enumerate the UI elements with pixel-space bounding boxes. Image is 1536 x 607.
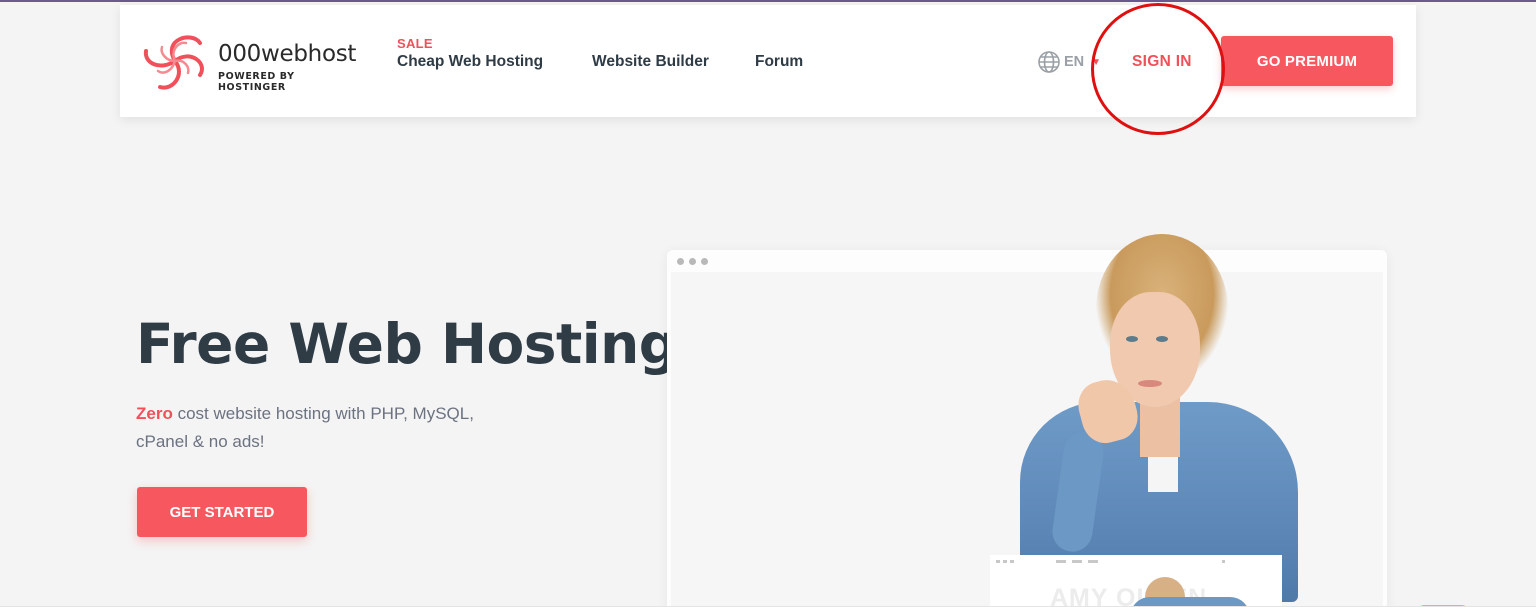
get-started-button[interactable]: GET STARTED: [137, 487, 307, 537]
window-dot-icon: [677, 258, 684, 265]
top-navbar: 000webhost POWERED BY HOSTINGER SALE Che…: [120, 5, 1416, 117]
mini-nav-bar: [996, 560, 1225, 563]
window-dot-icon: [689, 258, 696, 265]
nav-cheap-web-hosting[interactable]: Cheap Web Hosting: [397, 53, 543, 71]
browser-window-controls: [667, 250, 1387, 272]
hero-highlight: Zero: [136, 404, 173, 423]
chevron-down-icon: ▼: [1091, 56, 1102, 68]
logo-swirl-icon: [143, 35, 204, 90]
hero-description-text: cost website hosting with PHP, MySQL, cP…: [136, 404, 474, 451]
hero-title: Free Web Hosting: [136, 312, 678, 376]
window-dot-icon: [701, 258, 708, 265]
globe-icon: [1038, 51, 1060, 73]
brand-name: 000webhost: [218, 41, 357, 67]
brand-logo[interactable]: 000webhost POWERED BY HOSTINGER: [142, 29, 362, 93]
sign-in-link[interactable]: SIGN IN: [1132, 53, 1192, 71]
hero-description: Zero cost website hosting with PHP, MySQ…: [136, 400, 496, 456]
go-premium-button[interactable]: GO PREMIUM: [1221, 36, 1393, 86]
nav-website-builder[interactable]: Website Builder: [592, 53, 709, 71]
nav-forum[interactable]: Forum: [755, 53, 803, 71]
brand-tagline: POWERED BY HOSTINGER: [218, 71, 295, 93]
language-selector[interactable]: EN ▼: [1037, 49, 1101, 75]
language-code: EN: [1064, 54, 1085, 70]
sale-badge: SALE: [397, 36, 433, 51]
